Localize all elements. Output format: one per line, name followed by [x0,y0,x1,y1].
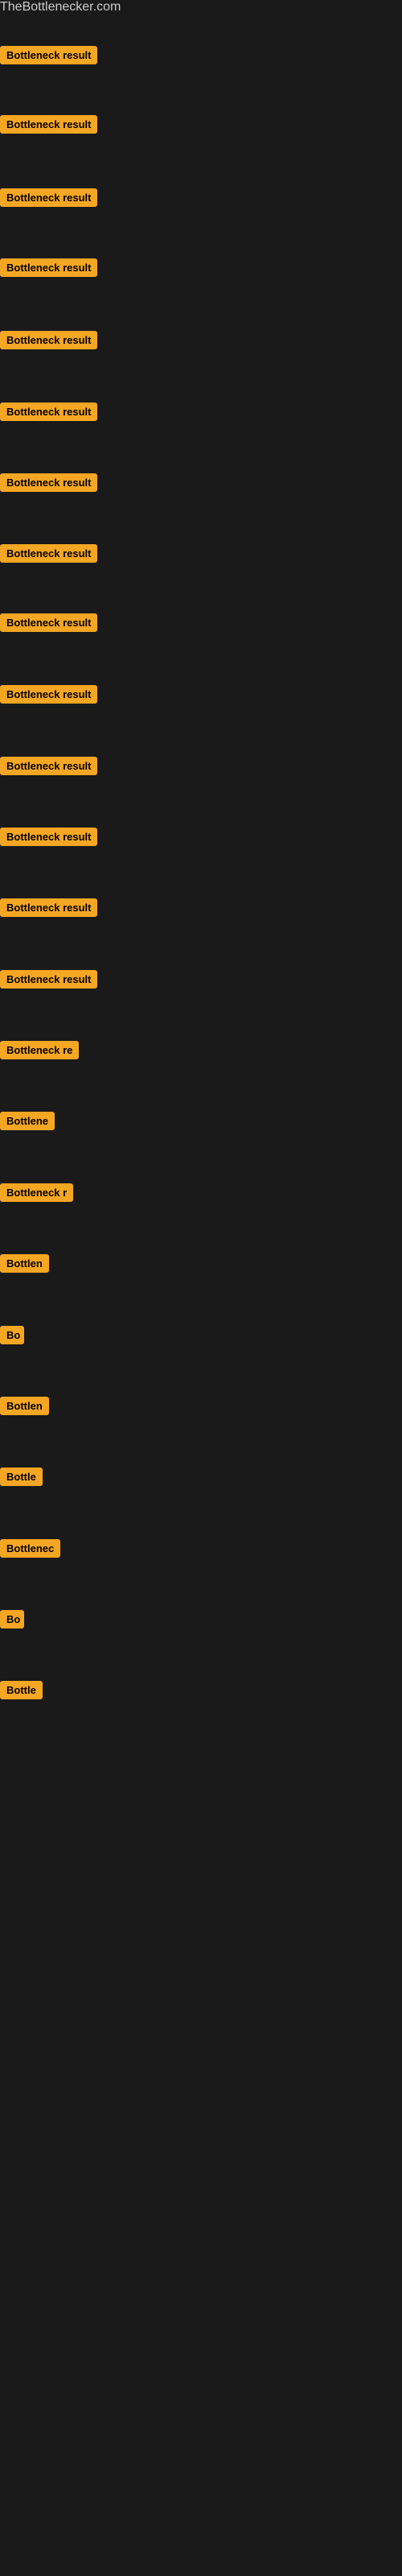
bottleneck-result-badge[interactable]: Bottle [0,1468,43,1486]
bottleneck-badge-row: Bottleneck result [0,115,97,138]
bottleneck-badge-row: Bottlenec [0,1539,60,1562]
bottleneck-result-badge[interactable]: Bo [0,1610,24,1629]
bottleneck-badge-row: Bottleneck result [0,402,97,425]
bottleneck-badge-row: Bottle [0,1468,43,1490]
bottleneck-badge-row: Bottleneck result [0,544,97,567]
bottleneck-result-badge[interactable]: Bottleneck result [0,898,97,917]
bottleneck-result-badge[interactable]: Bottlene [0,1112,55,1130]
bottleneck-badge-row: Bo [0,1610,24,1633]
bottleneck-result-badge[interactable]: Bottleneck result [0,970,97,989]
bottleneck-result-badge[interactable]: Bo [0,1326,24,1344]
bottleneck-badge-row: Bottlen [0,1397,49,1419]
bottleneck-badge-row: Bottleneck result [0,970,97,993]
bottleneck-result-badge[interactable]: Bottleneck result [0,46,97,64]
bottleneck-result-badge[interactable]: Bottleneck result [0,544,97,563]
bottleneck-badge-row: Bottlen [0,1254,49,1277]
bottleneck-result-badge[interactable]: Bottleneck result [0,757,97,775]
bottleneck-badge-row: Bottleneck result [0,258,97,281]
bottleneck-result-badge[interactable]: Bottleneck result [0,188,97,207]
bottleneck-badge-row: Bottle [0,1681,43,1703]
bottleneck-badge-row: Bottleneck result [0,46,97,68]
bottleneck-badge-row: Bottleneck re [0,1041,79,1063]
bottleneck-result-badge[interactable]: Bottleneck r [0,1183,73,1202]
bottleneck-result-badge[interactable]: Bottleneck result [0,828,97,846]
bottleneck-result-badge[interactable]: Bottleneck result [0,402,97,421]
bottleneck-result-badge[interactable]: Bottleneck re [0,1041,79,1059]
bottleneck-result-badge[interactable]: Bottle [0,1681,43,1699]
bottleneck-result-badge[interactable]: Bottleneck result [0,613,97,632]
bottleneck-result-badge[interactable]: Bottleneck result [0,258,97,277]
bottleneck-badge-row: Bottleneck result [0,473,97,496]
bottleneck-badge-row: Bottlene [0,1112,55,1134]
bottleneck-badge-row: Bottleneck result [0,828,97,850]
bottleneck-badge-row: Bottleneck result [0,613,97,636]
bottleneck-badge-row: Bottleneck result [0,757,97,779]
bottleneck-result-badge[interactable]: Bottleneck result [0,115,97,134]
bottleneck-result-badge[interactable]: Bottlenec [0,1539,60,1558]
bottleneck-result-badge[interactable]: Bottleneck result [0,473,97,492]
bottleneck-result-badge[interactable]: Bottlen [0,1254,49,1273]
site-title: TheBottlenecker.com [0,0,121,17]
bottleneck-result-badge[interactable]: Bottleneck result [0,331,97,349]
bottleneck-badge-row: Bottleneck result [0,331,97,353]
bottleneck-badge-row: Bottleneck result [0,188,97,211]
bottleneck-badge-row: Bottleneck result [0,898,97,921]
bottleneck-badge-row: Bo [0,1326,24,1348]
bottleneck-result-badge[interactable]: Bottleneck result [0,685,97,704]
bottleneck-result-badge[interactable]: Bottlen [0,1397,49,1415]
bottleneck-badge-row: Bottleneck r [0,1183,73,1206]
bottleneck-badge-row: Bottleneck result [0,685,97,708]
